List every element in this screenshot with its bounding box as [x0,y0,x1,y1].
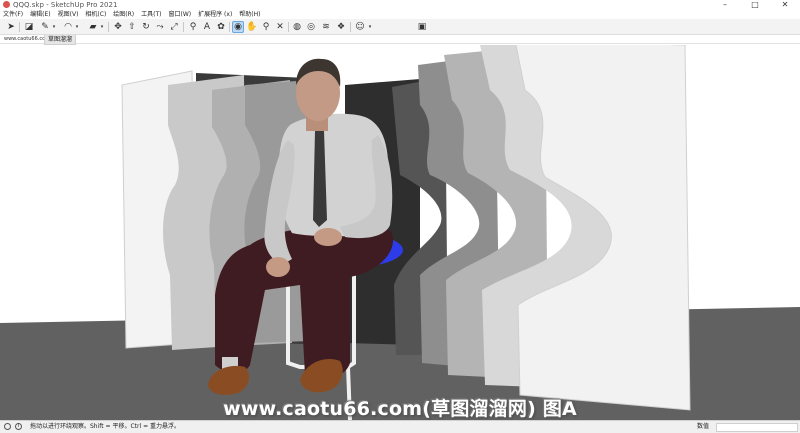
menu-camera[interactable]: 相机(C) [82,10,110,19]
paint-icon[interactable]: ✿ [215,21,227,33]
toolbar-separator [229,22,230,32]
minimize-button[interactable]: – [710,0,740,10]
extension-icon[interactable]: ◎ [305,21,317,33]
chevron-down-icon[interactable]: ▾ [99,21,105,33]
menu-view[interactable]: 视图(V) [55,10,83,19]
menu-file[interactable]: 文件(F) [0,10,27,19]
menu-bar: 文件(F) 编辑(E) 视图(V) 相机(C) 绘图(R) 工具(T) 窗口(W… [0,10,800,19]
title-bar: QQQ.skp - SketchUp Pro 2021 – □ ✕ [0,0,800,10]
measurements-input[interactable] [716,423,798,432]
window-title: QQQ.skp - SketchUp Pro 2021 [13,1,118,9]
menu-window[interactable]: 窗口(W) [166,10,196,19]
info-icon[interactable]: i [15,423,22,430]
move-icon[interactable]: ✥ [112,21,124,33]
chevron-down-icon[interactable]: ▾ [367,21,373,33]
toolbar-separator [108,22,109,32]
menu-extensions[interactable]: 扩展程序 (x) [195,10,236,19]
model-scene [0,45,800,420]
paint-bucket-icon[interactable]: ▰ [87,21,99,33]
text-icon[interactable]: A [201,21,213,33]
person-right-hand [314,228,342,246]
sketchup-logo-icon [3,1,10,8]
arc-icon[interactable]: ◠ [62,21,74,33]
geo-location-icon[interactable] [4,423,11,430]
measurements-label: 数值 [697,423,710,430]
chevron-down-icon[interactable]: ▾ [51,21,57,33]
toolbar: ➤ ◪ ✎ ▾ ◠ ▾ ▰ ▾ ✥ ⇧ ↻ ⤳ ⤢ ⚲ A ✿ ◉ ✋ ⚲ ✕ … [0,19,800,35]
person-left-hand [266,257,290,277]
orbit-icon[interactable]: ◉ [232,21,244,33]
status-bar: i 拖动以进行环绕观察。Shift = 平移。Ctrl = 重力悬浮。 数值 [0,420,800,433]
toolbar-separator [19,22,20,32]
follow-me-icon[interactable]: ⤳ [154,21,166,33]
account-icon[interactable]: ☺ [354,21,366,33]
layout-icon[interactable]: ≋ [320,21,332,33]
menu-draw[interactable]: 绘图(R) [110,10,138,19]
watermark-text: www.caotu66.com(草图溜溜网) 图A [223,398,577,420]
scene-tab[interactable]: 草图溜溜 [44,35,77,45]
menu-edit[interactable]: 编辑(E) [27,10,54,19]
menu-tools[interactable]: 工具(T) [138,10,165,19]
chevron-down-icon[interactable]: ▾ [74,21,80,33]
style-icon[interactable]: ❖ [335,21,347,33]
pan-hand-icon[interactable]: ✋ [246,21,258,33]
menu-help[interactable]: 帮助(H) [236,10,264,19]
maximize-button[interactable]: □ [740,0,770,10]
status-hint: 拖动以进行环绕观察。Shift = 平移。Ctrl = 重力悬浮。 [30,423,180,430]
push-pull-icon[interactable]: ⇧ [126,21,138,33]
tape-measure-icon[interactable]: ⚲ [187,21,199,33]
pencil-icon[interactable]: ✎ [39,21,51,33]
select-tool-arrow-cursor-icon[interactable]: ➤ [5,21,17,33]
scale-icon[interactable]: ⤢ [168,21,180,33]
toolbar-separator [350,22,351,32]
rotate-icon[interactable]: ↻ [140,21,152,33]
scene-tabs-bar: www.caotu66.com 草图溜溜 [0,35,800,45]
warehouse-icon[interactable]: ◍ [291,21,303,33]
report-icon[interactable]: ▣ [416,21,428,33]
3d-viewport[interactable]: www.caotu66.com(草图溜溜网) 图A [0,45,800,420]
zoom-extents-icon[interactable]: ✕ [274,21,286,33]
close-button[interactable]: ✕ [770,0,800,10]
zoom-icon[interactable]: ⚲ [260,21,272,33]
toolbar-separator [183,22,184,32]
toolbar-separator [288,22,289,32]
eraser-icon[interactable]: ◪ [23,21,35,33]
